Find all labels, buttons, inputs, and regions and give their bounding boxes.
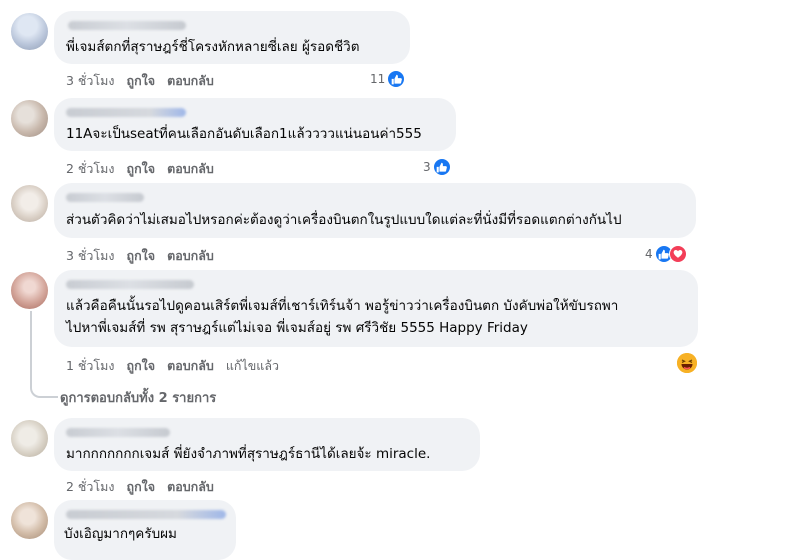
comment-text: ส่วนตัวคิดว่าไม่เสมอไปหรอกค่ะต้องดูว่าเค… <box>66 212 622 228</box>
commenter-name[interactable] <box>66 510 226 519</box>
comment-actions: 3 ชั่วโมง ถูกใจ ตอบกลับ <box>66 246 226 266</box>
like-button[interactable]: ถูกใจ <box>127 248 156 263</box>
like-reaction-icon <box>387 70 406 88</box>
avatar[interactable] <box>11 502 48 539</box>
comment-text: บังเอิญมากๆครับผม <box>64 526 177 542</box>
comment-actions: 1 ชั่วโมง ถูกใจ ตอบกลับ แก้ไขแล้ว <box>66 356 291 376</box>
reply-button[interactable]: ตอบกลับ <box>167 73 214 88</box>
comment-text-line-1: แล้วคือคืนนั้นรอไปดูคอนเสิร์ตพี่เจมส์ที่… <box>66 298 619 314</box>
comment-text-line-2: ไปหาพี่เจมส์ที่ รพ สุราษฎร์แต่ไม่เจอ พี่… <box>66 320 528 336</box>
reply-button[interactable]: ตอบกลับ <box>167 479 214 494</box>
commenter-name[interactable] <box>66 428 170 437</box>
comment-bubble: 11Aจะเป็นseatที่คนเลือกอันดับเลือก1แล้วว… <box>54 98 456 151</box>
comment-text: พี่เจมส์ตกที่สุราษฎร์ชี่โครงหักหลายซี่เล… <box>66 39 360 55</box>
avatar[interactable] <box>11 100 48 137</box>
love-reaction-icon <box>668 245 687 263</box>
reply-button[interactable]: ตอบกลับ <box>167 358 214 373</box>
like-reaction-icon <box>432 158 451 176</box>
edited-label: แก้ไขแล้ว <box>225 358 280 373</box>
like-button[interactable]: ถูกใจ <box>127 479 156 494</box>
like-button[interactable]: ถูกใจ <box>127 358 156 373</box>
comment-actions: 2 ชั่วโมง ถูกใจ ตอบกลับ <box>66 159 226 179</box>
avatar[interactable] <box>11 185 48 222</box>
reaction-count: 4 <box>645 247 653 261</box>
reaction-summary[interactable]: 3 <box>423 158 451 176</box>
comment-time[interactable]: 1 ชั่วโมง <box>66 358 115 373</box>
commenter-name[interactable] <box>66 193 144 202</box>
reply-button[interactable]: ตอบกลับ <box>167 161 214 176</box>
comment-time[interactable]: 2 ชั่วโมง <box>66 479 115 494</box>
avatar[interactable] <box>11 420 48 457</box>
reaction-summary[interactable]: 11 <box>370 70 406 88</box>
comment-text: 11Aจะเป็นseatที่คนเลือกอันดับเลือก1แล้วว… <box>66 126 422 142</box>
view-replies-link[interactable]: ดูการตอบกลับทั้ง 2 รายการ <box>60 387 216 408</box>
like-button[interactable]: ถูกใจ <box>127 73 156 88</box>
commenter-name[interactable] <box>68 21 186 30</box>
comment-text: มากกกกกกกเจมส์ พี่ยังจำภาพที่สุราษฎร์ธาน… <box>66 446 431 462</box>
comment-bubble: ส่วนตัวคิดว่าไม่เสมอไปหรอกค่ะต้องดูว่าเค… <box>54 183 696 238</box>
like-button[interactable]: ถูกใจ <box>127 161 156 176</box>
comment-actions: 3 ชั่วโมง ถูกใจ ตอบกลับ <box>66 71 226 91</box>
comment-time[interactable]: 3 ชั่วโมง <box>66 248 115 263</box>
comment-actions: 2 ชั่วโมง ถูกใจ ตอบกลับ <box>66 477 226 497</box>
reply-button[interactable]: ตอบกลับ <box>167 248 214 263</box>
comment-time[interactable]: 2 ชั่วโมง <box>66 161 115 176</box>
comment-bubble: แล้วคือคืนนั้นรอไปดูคอนเสิร์ตพี่เจมส์ที่… <box>54 270 698 347</box>
reaction-summary[interactable]: 4 <box>645 245 687 263</box>
reaction-count: 11 <box>370 72 386 86</box>
avatar[interactable] <box>11 13 48 50</box>
reaction-count: 3 <box>423 160 431 174</box>
avatar[interactable] <box>11 272 48 309</box>
comment-bubble: พี่เจมส์ตกที่สุราษฎร์ชี่โครงหักหลายซี่เล… <box>54 11 410 64</box>
commenter-name[interactable] <box>66 280 194 289</box>
comment-bubble: มากกกกกกกเจมส์ พี่ยังจำภาพที่สุราษฎร์ธาน… <box>54 418 480 471</box>
reaction-summary[interactable] <box>677 353 697 373</box>
comment-bubble: บังเอิญมากๆครับผม <box>54 500 236 560</box>
comment-time[interactable]: 3 ชั่วโมง <box>66 73 115 88</box>
commenter-name[interactable] <box>66 108 186 117</box>
haha-reaction-icon <box>677 353 697 373</box>
